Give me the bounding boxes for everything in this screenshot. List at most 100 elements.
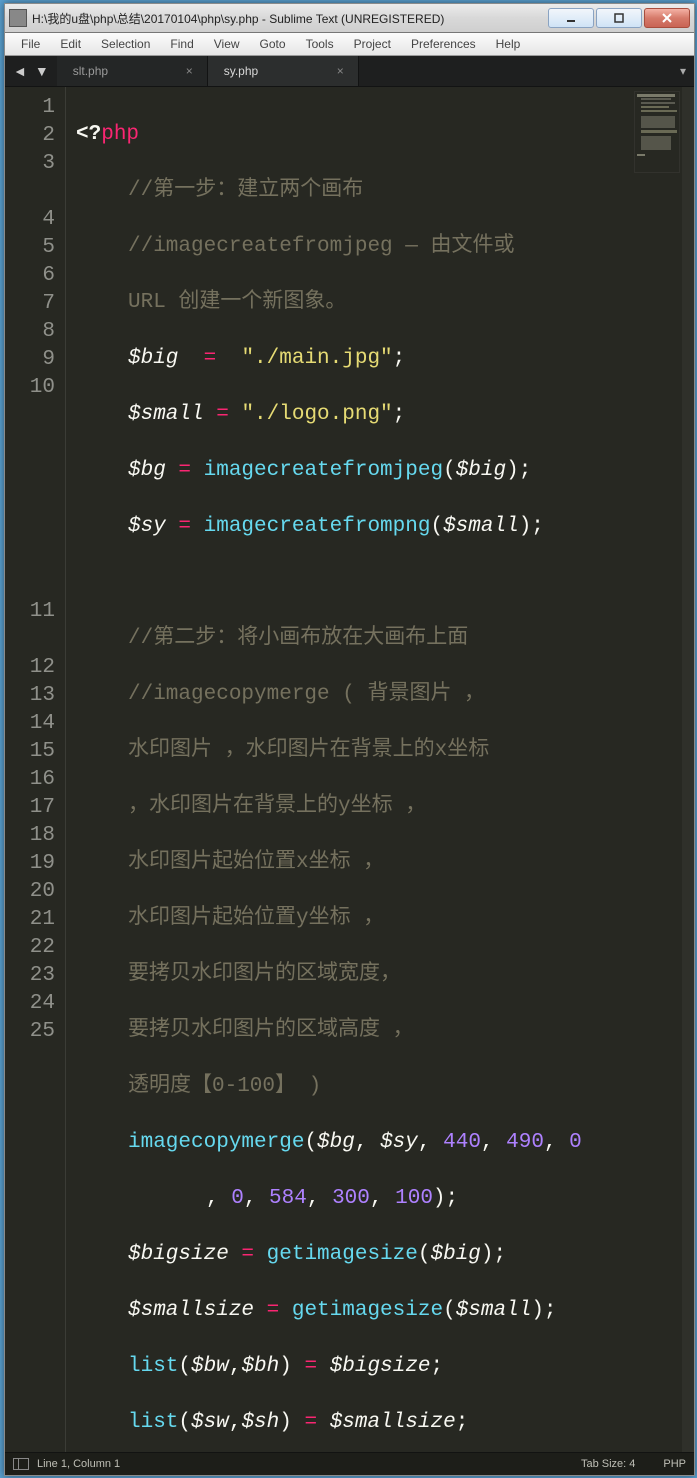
line-number: [5, 541, 65, 569]
menu-file[interactable]: File: [11, 35, 50, 53]
vertical-scrollbar[interactable]: [682, 87, 694, 1452]
tab-size-indicator[interactable]: Tab Size: 4: [581, 1458, 635, 1470]
code-token: $small: [456, 1299, 532, 1322]
close-icon[interactable]: ×: [186, 64, 193, 78]
line-number: 8: [5, 317, 65, 345]
tab-sy-php[interactable]: sy.php ×: [208, 56, 359, 86]
code-token: $big: [430, 1243, 480, 1266]
line-number: 16: [5, 765, 65, 793]
code-token: "./main.jpg": [241, 347, 392, 370]
menu-preferences[interactable]: Preferences: [401, 35, 486, 53]
syntax-indicator[interactable]: PHP: [663, 1458, 686, 1470]
code-comment: 水印图片起始位置y坐标 ，: [128, 907, 384, 930]
app-icon: [9, 9, 27, 27]
line-number: [5, 429, 65, 457]
menu-edit[interactable]: Edit: [50, 35, 91, 53]
tab-label: slt.php: [73, 64, 108, 78]
line-number: [5, 177, 65, 205]
code-token: =: [204, 403, 242, 426]
close-icon[interactable]: ×: [337, 64, 344, 78]
code-token: =: [178, 347, 241, 370]
line-number: 23: [5, 961, 65, 989]
line-number: 2: [5, 121, 65, 149]
line-number: [5, 485, 65, 513]
line-number: [5, 457, 65, 485]
title-bar[interactable]: H:\我的u盘\php\总结\20170104\php\sy.php - Sub…: [5, 4, 694, 33]
line-number-gutter[interactable]: 1 2 3 4 5 6 7 8 9 10 11 12 13 14 15 16 1…: [5, 87, 66, 1452]
line-number: 10: [5, 373, 65, 401]
app-window: H:\我的u盘\php\总结\20170104\php\sy.php - Sub…: [4, 3, 695, 1476]
line-number: [5, 513, 65, 541]
close-button[interactable]: [644, 8, 690, 28]
code-token: ;: [393, 403, 406, 426]
menu-tools[interactable]: Tools: [296, 35, 344, 53]
code-token: list: [128, 1355, 178, 1378]
code-token: $smallsize: [330, 1411, 456, 1434]
menu-help[interactable]: Help: [486, 35, 531, 53]
menu-find[interactable]: Find: [160, 35, 203, 53]
tab-label: sy.php: [224, 64, 258, 78]
code-token: <?: [76, 123, 101, 146]
line-number: 21: [5, 905, 65, 933]
code-comment: //imagecopymerge ( 背景图片 ，: [128, 683, 485, 706]
sidebar-toggle-icon[interactable]: [13, 1458, 29, 1470]
code-token: $sy: [380, 1131, 418, 1154]
line-number: 7: [5, 289, 65, 317]
cursor-position[interactable]: Line 1, Column 1: [37, 1458, 120, 1470]
code-token: imagecreatefrompng: [204, 515, 431, 538]
code-token: $bg: [317, 1131, 355, 1154]
line-number: 20: [5, 877, 65, 905]
line-number: 13: [5, 681, 65, 709]
code-token: php: [101, 123, 139, 146]
minimap[interactable]: [634, 91, 680, 173]
code-token: 0: [569, 1131, 582, 1154]
tab-slt-php[interactable]: slt.php ×: [57, 56, 208, 86]
line-number: 17: [5, 793, 65, 821]
tab-overflow-icon[interactable]: ▾: [680, 56, 694, 86]
code-comment: //第一步：建立两个画布: [128, 179, 363, 202]
code-token: getimagesize: [292, 1299, 443, 1322]
maximize-button[interactable]: [596, 8, 642, 28]
code-editor[interactable]: <?php //第一步：建立两个画布 //imagecreatefromjpeg…: [66, 87, 694, 1452]
line-number: 15: [5, 737, 65, 765]
code-token: $bg: [128, 459, 166, 482]
line-number: [5, 625, 65, 653]
code-token: 0: [231, 1187, 244, 1210]
line-number: 6: [5, 261, 65, 289]
editor-area: 1 2 3 4 5 6 7 8 9 10 11 12 13 14 15 16 1…: [5, 87, 694, 1452]
line-number: 5: [5, 233, 65, 261]
code-comment: 要拷贝水印图片的区域高度 ，: [128, 1019, 414, 1042]
minimize-button[interactable]: [548, 8, 594, 28]
code-token: 490: [506, 1131, 544, 1154]
line-number: 24: [5, 989, 65, 1017]
code-token: $big: [456, 459, 506, 482]
line-number: 22: [5, 933, 65, 961]
tab-history-dropdown-icon[interactable]: ▼: [35, 63, 49, 79]
code-token: imagecopymerge: [128, 1131, 304, 1154]
status-bar: Line 1, Column 1 Tab Size: 4 PHP: [5, 1452, 694, 1475]
code-comment: 透明度【0-100】 ): [128, 1075, 321, 1098]
code-token: $sh: [241, 1411, 279, 1434]
code-token: 440: [443, 1131, 481, 1154]
menu-selection[interactable]: Selection: [91, 35, 160, 53]
line-number: 9: [5, 345, 65, 373]
line-number: 11: [5, 597, 65, 625]
code-token: list: [128, 1411, 178, 1434]
code-comment: ，水印图片在背景上的y坐标 ，: [128, 795, 426, 818]
code-token: getimagesize: [267, 1243, 418, 1266]
code-token: 100: [395, 1187, 433, 1210]
line-number: [5, 569, 65, 597]
window-buttons: [548, 8, 690, 28]
menu-project[interactable]: Project: [344, 35, 401, 53]
code-token: $bigsize: [128, 1243, 229, 1266]
menu-goto[interactable]: Goto: [250, 35, 296, 53]
line-number: 18: [5, 821, 65, 849]
code-comment: 水印图片起始位置x坐标 ，: [128, 851, 384, 874]
code-token: 584: [269, 1187, 307, 1210]
line-number: 4: [5, 205, 65, 233]
tab-history-back-icon[interactable]: ◄: [13, 63, 27, 79]
code-comment: //第二步：将小画布放在大画布上面: [128, 627, 468, 650]
menu-view[interactable]: View: [204, 35, 250, 53]
menu-bar: File Edit Selection Find View Goto Tools…: [5, 33, 694, 56]
line-number: [5, 401, 65, 429]
